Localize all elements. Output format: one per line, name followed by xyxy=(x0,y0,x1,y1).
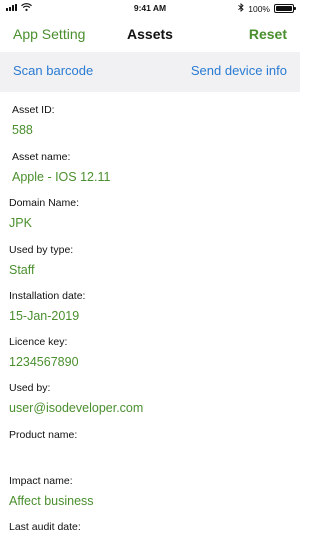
field-value[interactable]: JPK xyxy=(9,216,309,230)
field-value[interactable]: user@isodeveloper.com xyxy=(9,401,309,415)
field-installation-date: Installation date: 15-Jan-2019 xyxy=(0,290,309,323)
field-value[interactable] xyxy=(9,448,309,462)
scan-barcode-button[interactable]: Scan barcode xyxy=(13,63,93,78)
field-label: Installation date: xyxy=(9,290,86,302)
field-product-name: Product name: xyxy=(0,429,309,462)
field-label: Asset ID: xyxy=(12,104,55,116)
field-value[interactable]: Apple - IOS 12.11 xyxy=(12,170,312,184)
field-value[interactable]: 15-Jan-2019 xyxy=(9,309,309,323)
status-bar-right: 100% xyxy=(238,3,296,14)
field-label: Licence key: xyxy=(9,336,68,348)
field-label: Used by: xyxy=(9,382,51,394)
field-value[interactable] xyxy=(9,540,309,554)
field-asset-id: Asset ID: 588 xyxy=(0,104,312,137)
bluetooth-icon xyxy=(238,3,244,14)
field-value[interactable]: Staff xyxy=(9,263,309,277)
action-bar: Scan barcode Send device info xyxy=(0,52,300,92)
field-impact-name: Impact name: Affect business xyxy=(0,475,309,508)
field-domain-name: Domain Name: JPK xyxy=(0,197,309,230)
field-value[interactable]: Affect business xyxy=(9,494,309,508)
field-last-audit-date: Last audit date: xyxy=(0,521,309,554)
field-used-by: Used by: user@isodeveloper.com xyxy=(0,382,309,415)
field-used-by-type: Used by type: Staff xyxy=(0,244,309,277)
navigation-bar: App Setting Assets Reset xyxy=(0,16,300,52)
battery-percent: 100% xyxy=(248,3,270,14)
status-bar: 9:41 AM 100% xyxy=(0,0,300,16)
field-label: Domain Name: xyxy=(9,197,80,209)
field-asset-name: Asset name: Apple - IOS 12.11 xyxy=(0,151,312,184)
reset-button[interactable]: Reset xyxy=(249,26,287,42)
field-label: Asset name: xyxy=(12,151,71,163)
field-label: Last audit date: xyxy=(9,521,81,533)
field-label: Used by type: xyxy=(9,244,74,256)
field-label: Product name: xyxy=(9,429,78,441)
field-value[interactable]: 588 xyxy=(12,123,312,137)
battery-icon xyxy=(274,4,296,13)
field-value[interactable]: 1234567890 xyxy=(9,355,309,369)
field-label: Impact name: xyxy=(9,475,73,487)
field-licence-key: Licence key: 1234567890 xyxy=(0,336,309,369)
send-device-info-button[interactable]: Send device info xyxy=(191,63,287,78)
